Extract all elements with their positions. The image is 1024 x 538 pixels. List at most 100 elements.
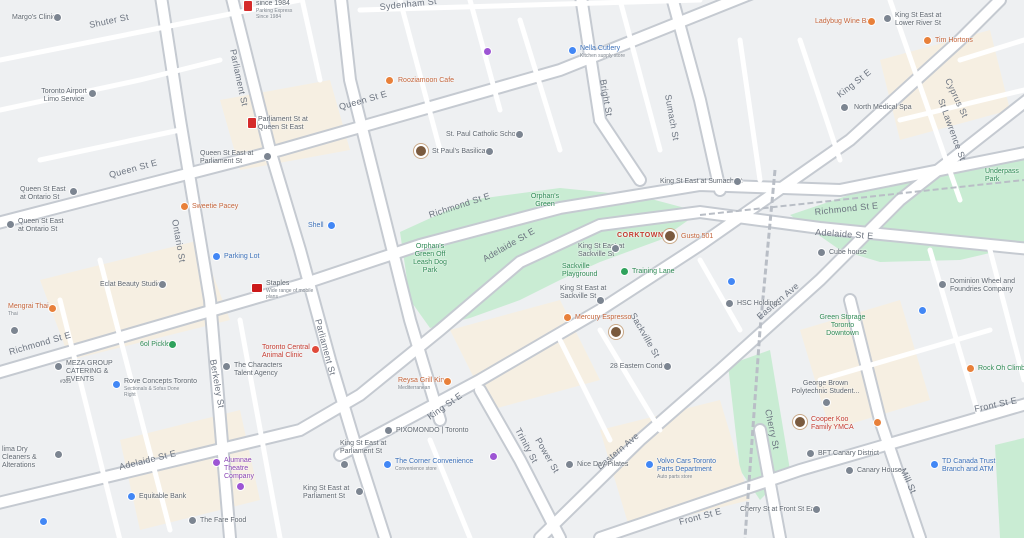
place-label-eclat-beauty[interactable]: Eclat Beauty Studio [100,281,161,289]
bft-canary-pin[interactable] [806,449,815,458]
reysa-grill-pin[interactable] [443,377,452,386]
place-label-nella-cutlery[interactable]: Nella Cutlery Kitchen supply store [580,45,625,59]
tim-hortons-pin[interactable] [923,36,932,45]
place-label-king-lower-river[interactable]: King St East at Lower River St [895,12,950,28]
place-label-alumnae-theatre[interactable]: Alumnae Theatre Company [224,457,276,481]
place-label-pixomondo[interactable]: PIXOMONDO | Toronto [396,427,469,435]
staples-pin[interactable] [251,283,263,293]
transit-stop-queen-ontario-a[interactable] [69,187,78,196]
gusto-501-photo-pin[interactable] [663,229,677,243]
td-canada-trust-pin[interactable] [930,460,939,469]
transit-stop-queen-parliament[interactable] [263,152,272,161]
ymca-photo-pin[interactable] [793,415,807,429]
place-label-cherry-front[interactable]: Cherry St at Front St East [740,506,820,514]
purple-pin-south[interactable] [489,452,498,461]
transit-stop-king-sackville-b[interactable] [596,296,605,305]
place-label-corner-convenience[interactable]: The Corner Convenience Convenience store [395,458,473,472]
place-label-king-parliament-b[interactable]: King St East at Parliament St [303,485,355,501]
place-label-parliament-queen[interactable]: Parliament St at Queen St East [258,116,316,132]
place-label-rove-concepts[interactable]: Rove Concepts Toronto Sectionals & Sofas … [124,378,197,398]
place-label-green-storage[interactable]: Green Storage Toronto Downtown [815,314,870,338]
place-label-orphans-green-dog-park[interactable]: Orphan's Green Off Leash Dog Park [410,243,450,275]
place-label-equitable-bank[interactable]: Equitable Bank [139,493,186,501]
orange-pin-ymca-east[interactable] [873,418,882,427]
place-label-st-paul-school[interactable]: St. Paul Catholic School [446,131,521,139]
transit-stop-cherry-front[interactable] [812,505,821,514]
animal-clinic-pin[interactable] [311,345,320,354]
airport-limo-pin[interactable] [88,89,97,98]
place-label-lima-dry-cleaners[interactable]: lima Dry Cleaners & Alterations [2,446,54,470]
place-label-rock-oh-climbing[interactable]: Rock Oh Climbing [978,365,1024,373]
st-pauls-basilica-photo-pin[interactable] [414,144,428,158]
place-label-reysa-grill[interactable]: Reysa Grill King Mediterranean [398,377,448,391]
fare-food-pin[interactable] [188,516,197,525]
hsc-holdings-pin[interactable] [725,299,734,308]
photo-pin-mercury[interactable] [609,325,623,339]
place-label-fare-food[interactable]: The Fare Food [200,517,246,525]
6ol-pickle-pin[interactable] [168,340,177,349]
st-pauls-basilica-pin[interactable] [485,147,494,156]
place-label-cooper-koo-ymca[interactable]: Cooper Koo Family YMCA [811,416,859,432]
rock-oh-climbing-pin[interactable] [966,364,975,373]
rooziamoon-cafe-pin[interactable] [385,76,394,85]
transit-stop-king-sumach[interactable] [733,177,742,186]
place-label-training-lane[interactable]: Training Lane [632,268,675,276]
place-label-ladybug-wine-bar[interactable]: Ladybug Wine Bar [815,18,873,26]
place-label-td-canada-trust[interactable]: TD Canada Trust Branch and ATM [942,458,1002,474]
place-label-mercury-espresso[interactable]: Mercury Espresso [575,314,631,322]
place-label-parking-lot[interactable]: Parking Lot [224,253,259,261]
place-label-volvo-parts[interactable]: Volvo Cars Toronto Parts Department Auto … [657,458,717,480]
place-label-nice-day-pilates[interactable]: Nice Day Pilates [577,461,628,469]
lima-dry-cleaners-pin[interactable] [54,450,63,459]
place-label-rooziamoon-cafe[interactable]: Rooziamoon Cafe [398,77,454,85]
place-label-toronto-central-animal[interactable]: Toronto Central Animal Clinic [262,344,310,360]
nella-cutlery-pin[interactable] [568,46,577,55]
rove-concepts-pin[interactable] [112,380,121,389]
transit-stop-far-west[interactable] [10,326,19,335]
place-label-king-parliament-a[interactable]: King St East at Parliament St [340,440,392,456]
map-canvas[interactable]: Queen St E Queen St E Richmond St E Rich… [0,0,1024,538]
parking-pin-southwest[interactable] [39,517,48,526]
corner-convenience-pin[interactable] [383,460,392,469]
parking-pin-east[interactable] [727,277,736,286]
ttc-stop-parliament-queen[interactable] [247,117,257,129]
canary-house-pin[interactable] [845,466,854,475]
place-label-6ol-pickle[interactable]: 6ol Pickle [140,341,170,349]
place-label-tim-hortons[interactable]: Tim Hortons [935,37,973,45]
place-label-north-medical-spa[interactable]: North Medical Spa [854,104,912,112]
place-label-dominion-wheel[interactable]: Dominion Wheel and Foundries Company [950,278,1022,294]
place-label-shell[interactable]: Shell [308,222,324,230]
place-label-queen-ontario-b[interactable]: Queen St East at Ontario St [18,218,66,234]
transit-stop-queen-ontario-b[interactable] [6,220,15,229]
characters-talent-pin[interactable] [222,362,231,371]
place-label-parking-express[interactable]: since 1984 Parking Express Since 1984 [256,0,296,20]
place-label-king-sumach[interactable]: King St East at Sumach St [660,178,743,186]
nice-day-pilates-pin[interactable] [565,460,574,469]
margos-clinic-pin[interactable] [53,13,62,22]
transit-stop-king-parliament-b[interactable] [355,487,364,496]
place-label-28-eastern-condos[interactable]: 28 Eastern Condos [610,363,670,371]
28-eastern-condos-pin[interactable] [663,362,672,371]
cube-house-pin[interactable] [817,248,826,257]
equitable-bank-pin[interactable] [127,492,136,501]
meza-group-pin[interactable] [54,362,63,371]
place-label-orphans-green[interactable]: Orphan's Green [530,193,560,209]
transit-stop-king-parliament-a[interactable] [340,460,349,469]
place-label-queen-parliament[interactable]: Queen St East at Parliament St [200,150,258,166]
transit-stop-king-sackville-a[interactable] [611,244,620,253]
dominion-wheel-pin[interactable] [938,280,947,289]
place-label-margos-clinic[interactable]: Margo's Clinic [12,14,56,22]
shell-gas-pin[interactable] [327,221,336,230]
place-label-airport-limo[interactable]: Toronto Airport Limo Service [40,88,88,104]
place-label-hsc-holdings[interactable]: HSC Holdings [737,300,781,308]
transit-stop-king-lower-river[interactable] [883,14,892,23]
place-label-characters-talent[interactable]: The Characters Talent Agency [234,362,286,378]
parking-pin-far-east[interactable] [918,306,927,315]
place-label-bft-canary[interactable]: BFT Canary District [818,450,879,458]
place-label-underpass-park[interactable]: Underpass Park [985,168,1021,184]
george-brown-pin[interactable] [822,398,831,407]
sweetie-pacey-pin[interactable] [180,202,189,211]
place-label-gusto-501[interactable]: Gusto 501 [681,233,713,241]
place-label-staples[interactable]: Staples Wide range of mobile plans [266,280,326,300]
place-label-sweetie-pacey[interactable]: Sweetie Pacey [192,203,238,211]
